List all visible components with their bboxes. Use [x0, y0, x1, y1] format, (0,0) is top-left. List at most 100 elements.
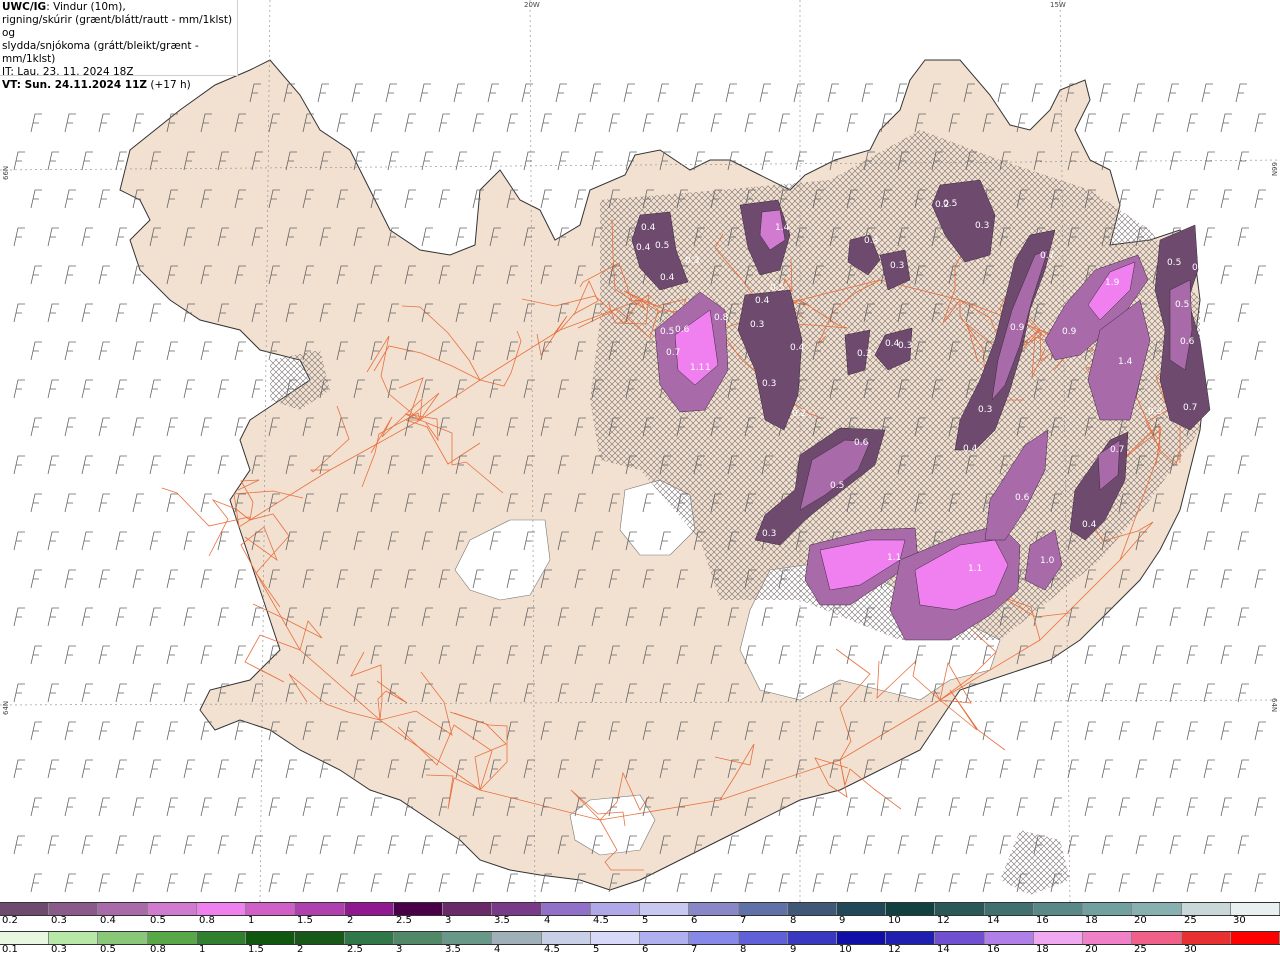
legend-snow-swatch [689, 903, 739, 915]
wind-barb [608, 113, 620, 133]
legend-rain-swatch [0, 932, 50, 944]
wind-barb [98, 417, 110, 437]
coord-top-15w: 15W [1050, 1, 1066, 9]
wind-barb [1220, 113, 1232, 133]
wind-barb [81, 151, 93, 171]
wind-barb [557, 151, 569, 171]
wind-barb [453, 83, 465, 103]
wind-barb [13, 455, 25, 475]
wind-barb [489, 151, 501, 171]
wind-barb [217, 379, 229, 399]
wind-barb [183, 835, 195, 855]
wind-barb [1237, 379, 1249, 399]
wind-barb [795, 835, 807, 855]
wind-barb [30, 873, 42, 893]
wind-barb [200, 493, 212, 513]
wind-barb [761, 151, 773, 171]
wind-barb [1186, 873, 1198, 893]
legend-snow-swatch [738, 903, 788, 915]
wind-barb [1254, 341, 1266, 361]
wind-barb [421, 151, 433, 171]
wind-barb [149, 455, 161, 475]
wind-barb [1203, 531, 1215, 551]
wind-barb [149, 759, 161, 779]
wind-barb [1118, 113, 1130, 133]
wind-barb [64, 417, 76, 437]
wind-barb [897, 835, 909, 855]
wind-barb [234, 341, 246, 361]
precip-label: 0.4 [790, 343, 805, 353]
precip-label: 0.9 [1062, 327, 1077, 337]
wind-barb [1254, 797, 1266, 817]
legend-rain-labels: 0.1 0.3 0.5 0.8 1 1.5 2 2.5 3 3.5 4 4.5 5 6 7 8 9 10 12 14 1… [0, 944, 1280, 957]
wind-barb [47, 455, 59, 475]
wind-barb [948, 797, 960, 817]
wind-barb [30, 341, 42, 361]
snow-area-southeast [1000, 830, 1070, 895]
wind-barb [1167, 83, 1179, 103]
wind-barb [115, 759, 127, 779]
wind-barb [30, 493, 42, 513]
wind-barb [183, 455, 195, 475]
wind-barb [200, 797, 212, 817]
legend-snow-label: 16 [1036, 915, 1049, 926]
wind-barb [132, 493, 144, 513]
wind-barb [317, 83, 329, 103]
wind-barb [47, 607, 59, 627]
wind-barb [1118, 645, 1130, 665]
wind-barb [234, 721, 246, 741]
legend-snow-label: 18 [1085, 915, 1098, 926]
wind-barb [30, 189, 42, 209]
wind-barb [1033, 683, 1045, 703]
wind-barb [217, 835, 229, 855]
wind-barb [574, 189, 586, 209]
legend-snow-label: 0.3 [51, 915, 67, 926]
wind-barb [268, 873, 280, 893]
legend-rain-label: 5 [593, 944, 600, 955]
legend-snow-swatch [984, 903, 1034, 915]
wind-barb [1237, 531, 1249, 551]
wind-barb [1169, 151, 1181, 171]
wind-barb [1186, 645, 1198, 665]
wind-barb [30, 721, 42, 741]
precip-label: 0.3 [685, 256, 699, 266]
wind-barb [183, 531, 195, 551]
wind-barb [13, 835, 25, 855]
wind-barb [13, 151, 25, 171]
wind-barb [1254, 645, 1266, 665]
wind-barb [132, 873, 144, 893]
wind-barb [64, 645, 76, 665]
wind-barb [1135, 759, 1147, 779]
weather-map: 0.4 0.5 0.3 0.4 0.4 1.4 0.5 0.4 0.3 0.4 0.3 0.2 0.6 0… [0, 0, 1280, 902]
wind-barb [931, 759, 943, 779]
legend-rain-label: 7 [691, 944, 698, 955]
precip-label: 0.3 [750, 320, 764, 330]
wind-barb [1133, 83, 1145, 103]
legend-snow-swatch [1083, 903, 1133, 915]
wind-barb [1220, 645, 1232, 665]
wind-barb [793, 83, 805, 103]
wind-barb [759, 83, 771, 103]
wind-barb [285, 759, 297, 779]
wind-barb [64, 265, 76, 285]
legend-snow-swatch [98, 903, 148, 915]
wind-barb [523, 151, 535, 171]
legend-rain-label: 20 [1085, 944, 1098, 955]
wind-barb [1118, 797, 1130, 817]
wind-barb [115, 607, 127, 627]
wind-barb [1169, 759, 1181, 779]
legend-snow-swatch [492, 903, 542, 915]
wind-barb [149, 531, 161, 551]
legend-snow-label: 30 [1233, 915, 1246, 926]
wind-barb [81, 303, 93, 323]
legend-rain-swatch [246, 932, 296, 944]
wind-barb [965, 835, 977, 855]
wind-barb [419, 83, 431, 103]
wind-barb [81, 683, 93, 703]
legend-rain-label: 0.5 [100, 944, 116, 955]
wind-barb [13, 531, 25, 551]
wind-barb [1237, 455, 1249, 475]
wind-barb [1220, 493, 1232, 513]
wind-barb [13, 303, 25, 323]
wind-barb [1152, 113, 1164, 133]
